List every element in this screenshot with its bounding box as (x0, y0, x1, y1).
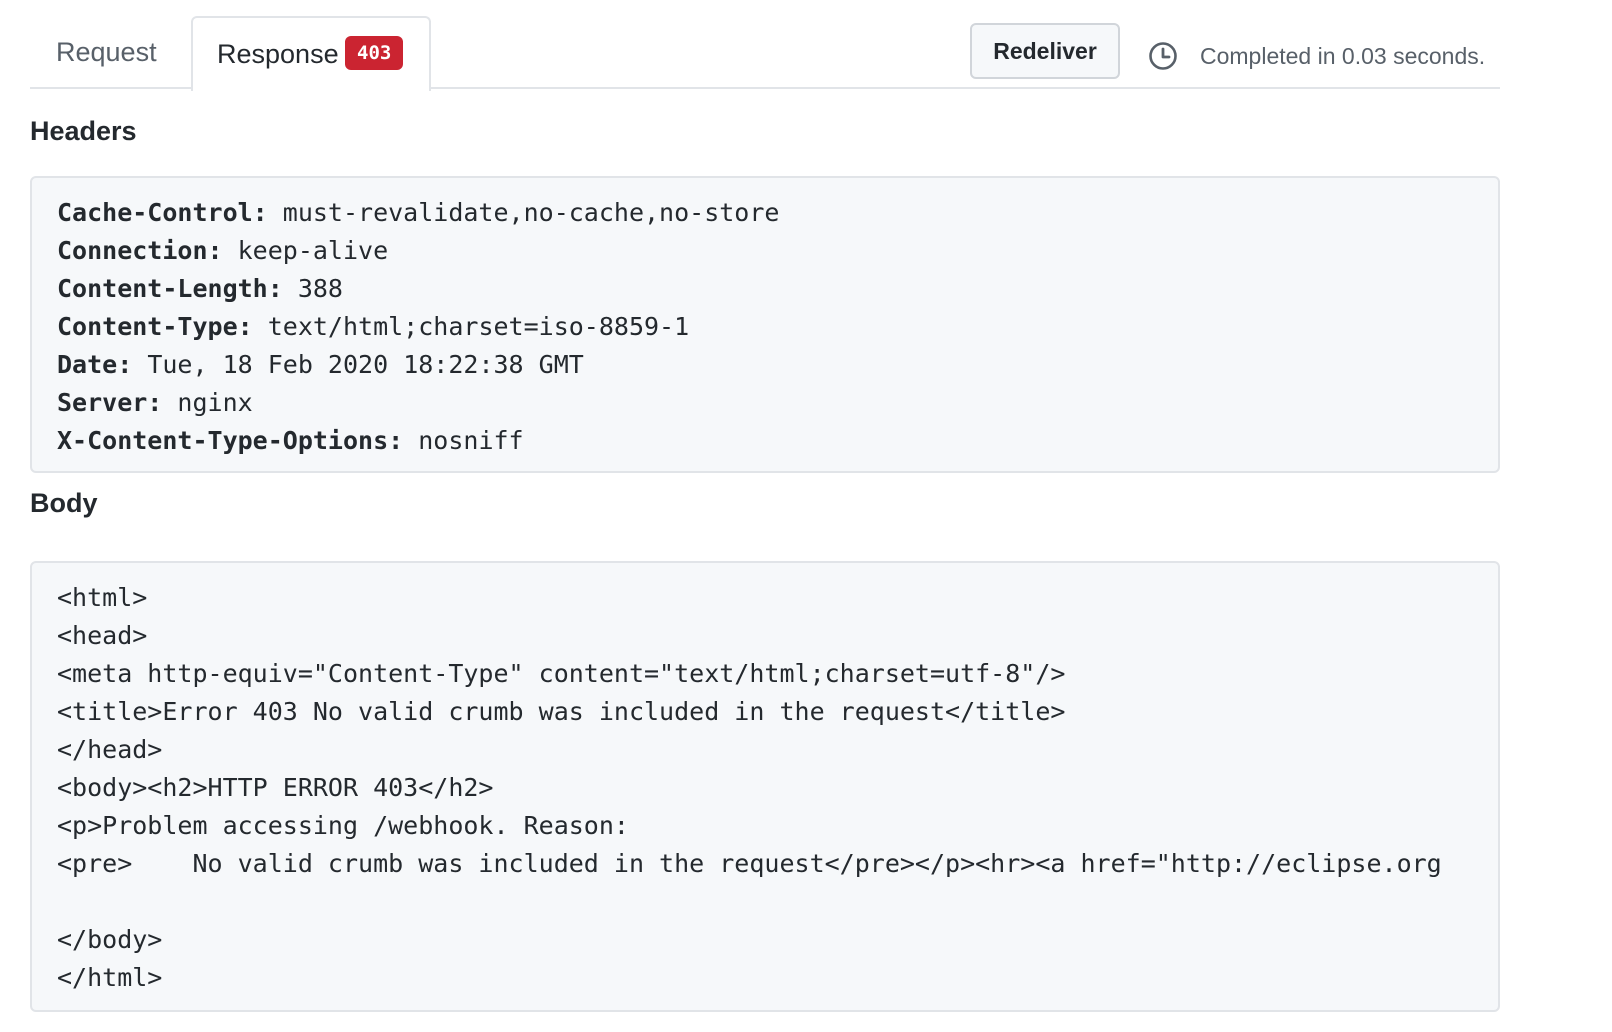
header-key: Content-Length: (57, 274, 283, 303)
tab-response-label: Response (217, 39, 339, 69)
clock-icon (1148, 41, 1178, 71)
tab-response[interactable]: Response 403 (191, 16, 431, 91)
header-value: must-revalidate,no-cache,no-store (267, 198, 780, 227)
header-key: Server: (57, 388, 163, 417)
headers-code-block: Cache-Control: must-revalidate,no-cache,… (30, 176, 1500, 473)
tab-bar: Request Response 403 Redeliver Completed… (30, 0, 1500, 91)
body-line: </head> (57, 735, 163, 764)
body-heading: Body (30, 488, 98, 518)
body-line: <body><h2>HTTP ERROR 403</h2> (57, 773, 494, 802)
header-key: Cache-Control: (57, 198, 268, 227)
body-line: <html> (57, 583, 148, 612)
header-value: 388 (282, 274, 343, 303)
body-code-block: <html> <head> <meta http-equiv="Content-Ty… (30, 561, 1500, 1012)
redeliver-button[interactable]: Redeliver (970, 23, 1120, 79)
header-value: keep-alive (222, 236, 389, 265)
body-line: <pre> No valid crumb was included in the… (57, 849, 1442, 878)
header-value: nginx (162, 388, 253, 417)
body-line: <head> (57, 621, 148, 650)
header-key: Connection: (57, 236, 223, 265)
header-line: Connection: keep-alive (57, 232, 1498, 270)
body-line: <p>Problem accessing /webhook. Reason: (57, 811, 629, 840)
status-badge: 403 (345, 36, 404, 70)
header-line: X-Content-Type-Options: nosniff (57, 422, 1498, 460)
header-line: Server: nginx (57, 384, 1498, 422)
header-value: nosniff (403, 426, 524, 455)
completed-status-text: Completed in 0.03 seconds. (1200, 43, 1486, 69)
header-key: Content-Type: (57, 312, 253, 341)
header-line: Date: Tue, 18 Feb 2020 18:22:38 GMT (57, 346, 1498, 384)
header-line: Cache-Control: must-revalidate,no-cache,… (57, 194, 1498, 232)
header-line: Content-Type: text/html;charset=iso-8859… (57, 308, 1498, 346)
body-line: <meta http-equiv="Content-Type" content=… (57, 659, 1066, 688)
body-line: </html> (57, 963, 163, 992)
header-line: Content-Length: 388 (57, 270, 1498, 308)
body-line (57, 883, 1498, 921)
tab-request[interactable]: Request (56, 16, 157, 91)
body-line: </body> (57, 925, 163, 954)
headers-heading: Headers (30, 116, 137, 146)
header-key: Date: (57, 350, 133, 379)
header-value: Tue, 18 Feb 2020 18:22:38 GMT (132, 350, 584, 379)
header-key: X-Content-Type-Options: (57, 426, 404, 455)
header-value: text/html;charset=iso-8859-1 (252, 312, 690, 341)
body-line: <title>Error 403 No valid crumb was incl… (57, 697, 1066, 726)
webhook-delivery-panel: Request Response 403 Redeliver Completed… (30, 0, 1500, 1012)
